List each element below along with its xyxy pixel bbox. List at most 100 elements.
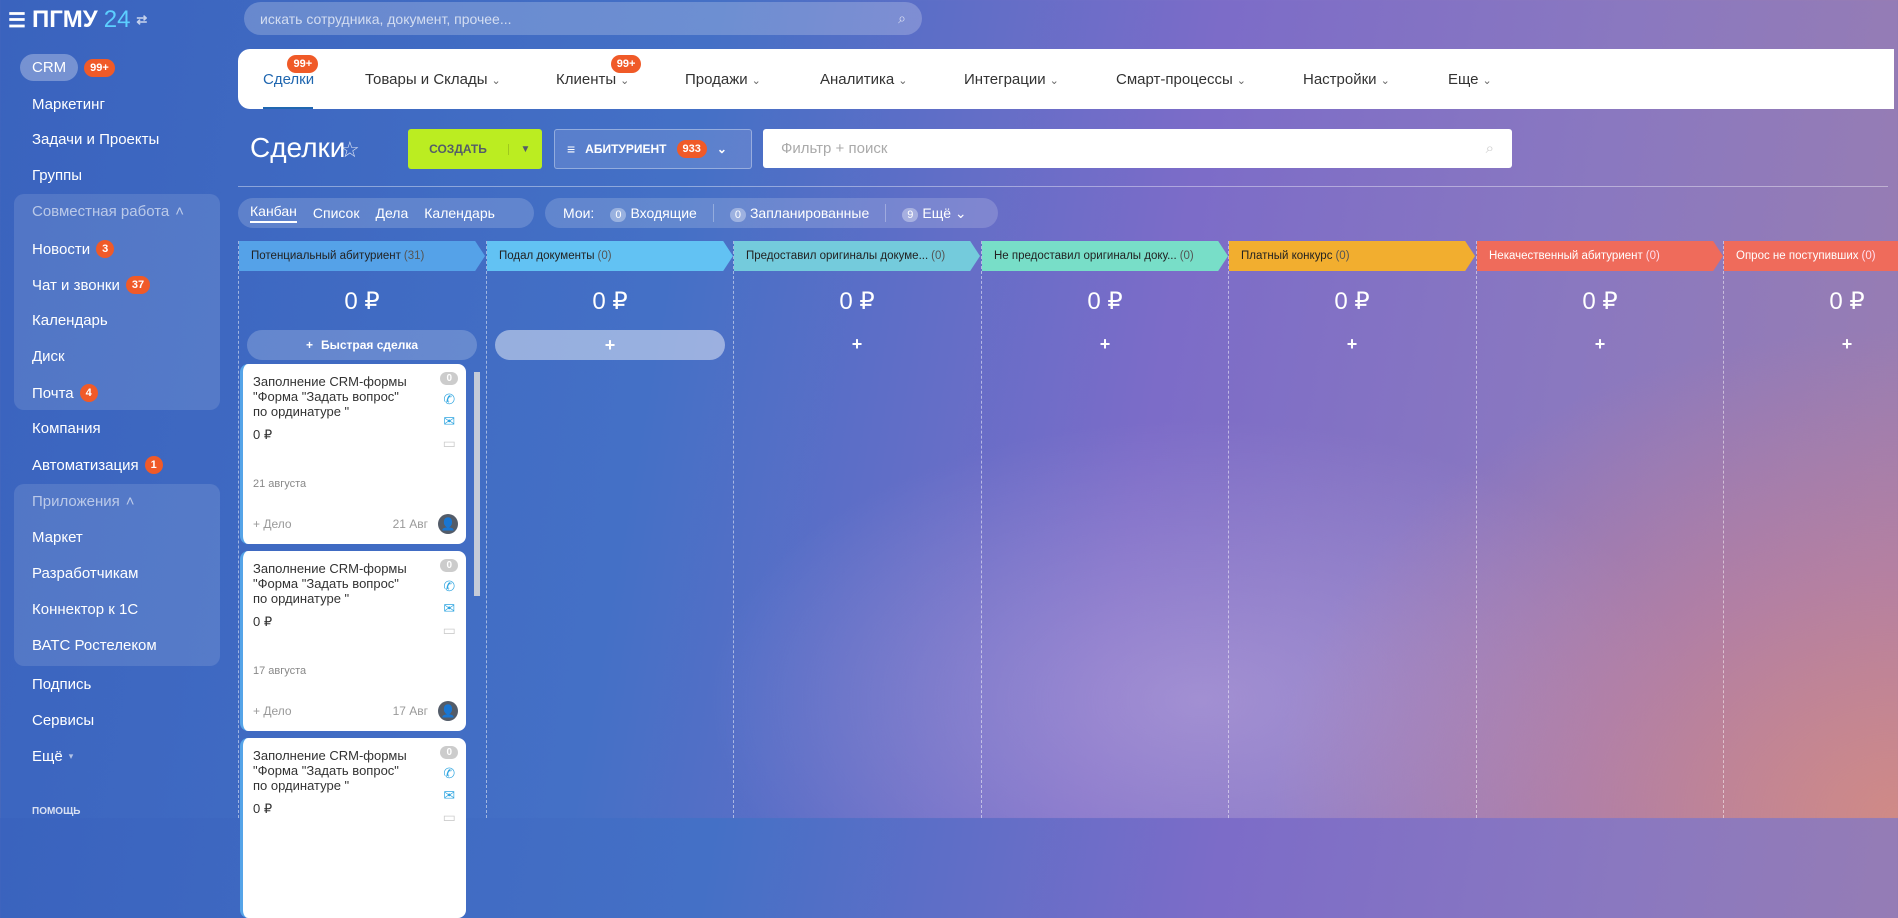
sidebar-item-marketing[interactable]: Маркетинг [32,96,105,113]
tab-clients[interactable]: Клиенты ⌄ 99+ [556,55,642,88]
counter-incoming[interactable]: 0 Входящие [610,205,697,222]
add-activity-link[interactable]: + Дело [253,517,292,531]
filter-preset-button[interactable]: ≡ АБИТУРИЕНТ 933 ⌄ [554,129,752,169]
settings-toggle-icon[interactable]: ⇄ [136,12,147,28]
counter-planned[interactable]: 0 Запланированные [729,205,869,222]
view-calendar[interactable]: Календарь [424,205,495,221]
mail-icon[interactable]: ✉ [443,600,455,616]
kanban-column: Предоставил оригиналы докуме... (0) 0 ₽ + [733,241,980,818]
deal-date: 17 августа [253,665,307,677]
add-deal-button[interactable]: + [1477,334,1723,355]
hamburger-icon[interactable]: ☰ [8,8,26,33]
phone-icon[interactable]: ✆ [443,765,455,781]
sidebar-item-company[interactable]: Компания [32,420,101,437]
activity-counter: 0 [440,372,458,385]
view-kanban[interactable]: Канбан [250,203,297,223]
star-icon[interactable]: ☆ [340,137,360,163]
column-header[interactable]: Подал документы (0) [487,241,733,271]
sidebar-item-market[interactable]: Маркет [32,529,83,546]
deal-title[interactable]: Заполнение CRM-формы "Форма "Задать вопр… [253,374,413,419]
tab-sales[interactable]: Продажи ⌄ [685,71,761,88]
tab-smart-processes[interactable]: Смарт-процессы ⌄ [1116,71,1246,88]
sidebar-item-news[interactable]: Новости 3 [32,240,115,258]
deal-short-date: 21 Авг [392,517,428,531]
sidebar-help[interactable]: ПОМОЩЬ [32,806,80,817]
add-deal-button[interactable]: + [1229,334,1475,355]
column-sum: 0 ₽ [1087,288,1123,315]
sidebar-item-calendar[interactable]: Календарь [32,312,108,329]
sidebar-item-automation[interactable]: Автоматизация 1 [32,456,163,474]
column-header[interactable]: Предоставил оригиналы докуме... (0) [734,241,980,271]
column-sum: 0 ₽ [344,288,380,315]
tab-products[interactable]: Товары и Склады ⌄ [365,71,501,88]
sidebar-item-chat[interactable]: Чат и звонки 37 [32,276,151,294]
view-activities[interactable]: Дела [375,205,408,221]
column-header[interactable]: Некачественный абитуриент (0) [1477,241,1723,271]
column-scrollbar[interactable] [474,372,480,596]
quick-deal-button[interactable]: + Быстрая сделка [247,330,477,360]
add-deal-button[interactable]: + [1724,334,1898,355]
sidebar-item-tasks[interactable]: Задачи и Проекты [32,131,159,148]
column-header[interactable]: Не предоставил оригиналы доку... (0) [982,241,1228,271]
column-header[interactable]: Потенциальный абитуриент (31) [239,241,485,271]
crm-nav: Сделки 99+ Товары и Склады ⌄ Клиенты ⌄ 99+ П… [238,49,1894,109]
view-list[interactable]: Список [313,205,360,221]
column-header[interactable]: Опрос не поступивших (0) [1724,241,1898,271]
view-switcher: Канбан Список Дела Календарь [238,198,534,228]
tab-settings[interactable]: Настройки ⌄ [1303,71,1390,88]
sidebar-item-disk[interactable]: Диск [32,348,65,365]
chevron-up-icon: ˄ [175,203,185,220]
chevron-down-icon: ⌄ [751,75,761,87]
sidebar-item-services[interactable]: Сервисы [32,712,94,729]
deal-card[interactable]: Заполнение CRM-формы "Форма "Задать вопр… [240,738,466,918]
add-deal-button[interactable]: + [982,334,1228,355]
phone-icon[interactable]: ✆ [443,391,455,407]
tab-analytics[interactable]: Аналитика ⌄ [820,71,907,88]
my-counters: Мои: 0 Входящие 0 Запланированные 9 Ещё ⌄ [545,198,998,228]
sidebar-item-crm[interactable]: CRM 99+ [20,54,115,81]
chevron-down-icon: ⌄ [898,75,908,87]
sidebar-item-1c[interactable]: Коннектор к 1С [32,601,138,618]
add-activity-link[interactable]: + Дело [253,704,292,718]
mail-icon[interactable]: ✉ [443,787,455,803]
logo[interactable]: ☰ ПГМУ 24 ⇄ [8,6,147,34]
search-icon[interactable]: ⌕ [1486,140,1494,157]
filter-search-input[interactable]: Фильтр + поиск ⌕ [763,129,1512,168]
deal-card[interactable]: Заполнение CRM-формы "Форма "Задать вопр… [240,364,466,544]
deal-title[interactable]: Заполнение CRM-формы "Форма "Задать вопр… [253,748,413,793]
global-search[interactable]: искать сотрудника, документ, прочее... ⌕ [244,2,922,35]
create-button[interactable]: СОЗДАТЬ ▼ [408,129,542,169]
column-sum: 0 ₽ [1829,288,1865,315]
sidebar-item-more[interactable]: Ещё ▾ [32,748,73,765]
deal-title[interactable]: Заполнение CRM-формы "Форма "Задать вопр… [253,561,413,606]
phone-icon[interactable]: ✆ [443,578,455,594]
sidebar-group-collab-title[interactable]: Совместная работа ˄ [32,203,184,220]
sidebar-group-apps-title[interactable]: Приложения ˄ [32,493,135,510]
sidebar-item-sign[interactable]: Подпись [32,676,91,693]
column-header[interactable]: Платный конкурс (0) [1229,241,1475,271]
mail-icon[interactable]: ✉ [443,413,455,429]
chat-icon[interactable]: ▭ [443,622,456,638]
sidebar-item-mail[interactable]: Почта 4 [32,384,98,402]
add-deal-button[interactable]: + [734,334,980,355]
caret-down-icon[interactable]: ▼ [508,143,542,155]
avatar[interactable]: 👤 [438,514,458,534]
deal-card[interactable]: Заполнение CRM-формы "Форма "Задать вопр… [240,551,466,731]
column-sum: 0 ₽ [1582,288,1618,315]
plus-icon: + [305,338,313,352]
tab-integrations[interactable]: Интеграции ⌄ [964,71,1059,88]
add-deal-button[interactable]: + [495,330,725,360]
sidebar-item-vats[interactable]: ВАТС Ростелеком [32,637,157,654]
sidebar-item-developers[interactable]: Разработчикам [32,565,138,582]
chat-icon[interactable]: ▭ [443,809,456,825]
sidebar-item-groups[interactable]: Группы [32,167,82,184]
avatar[interactable]: 👤 [438,701,458,721]
tab-more[interactable]: Еще ⌄ [1448,71,1492,88]
counter-more[interactable]: 9 Ещё ⌄ [902,205,967,222]
chat-icon[interactable]: ▭ [443,435,456,451]
tab-deals[interactable]: Сделки 99+ [263,55,319,88]
search-icon[interactable]: ⌕ [898,10,906,27]
chevron-down-icon: ⌄ [491,75,501,87]
deal-date: 21 августа [253,478,307,490]
chevron-up-icon: ˄ [125,493,135,510]
